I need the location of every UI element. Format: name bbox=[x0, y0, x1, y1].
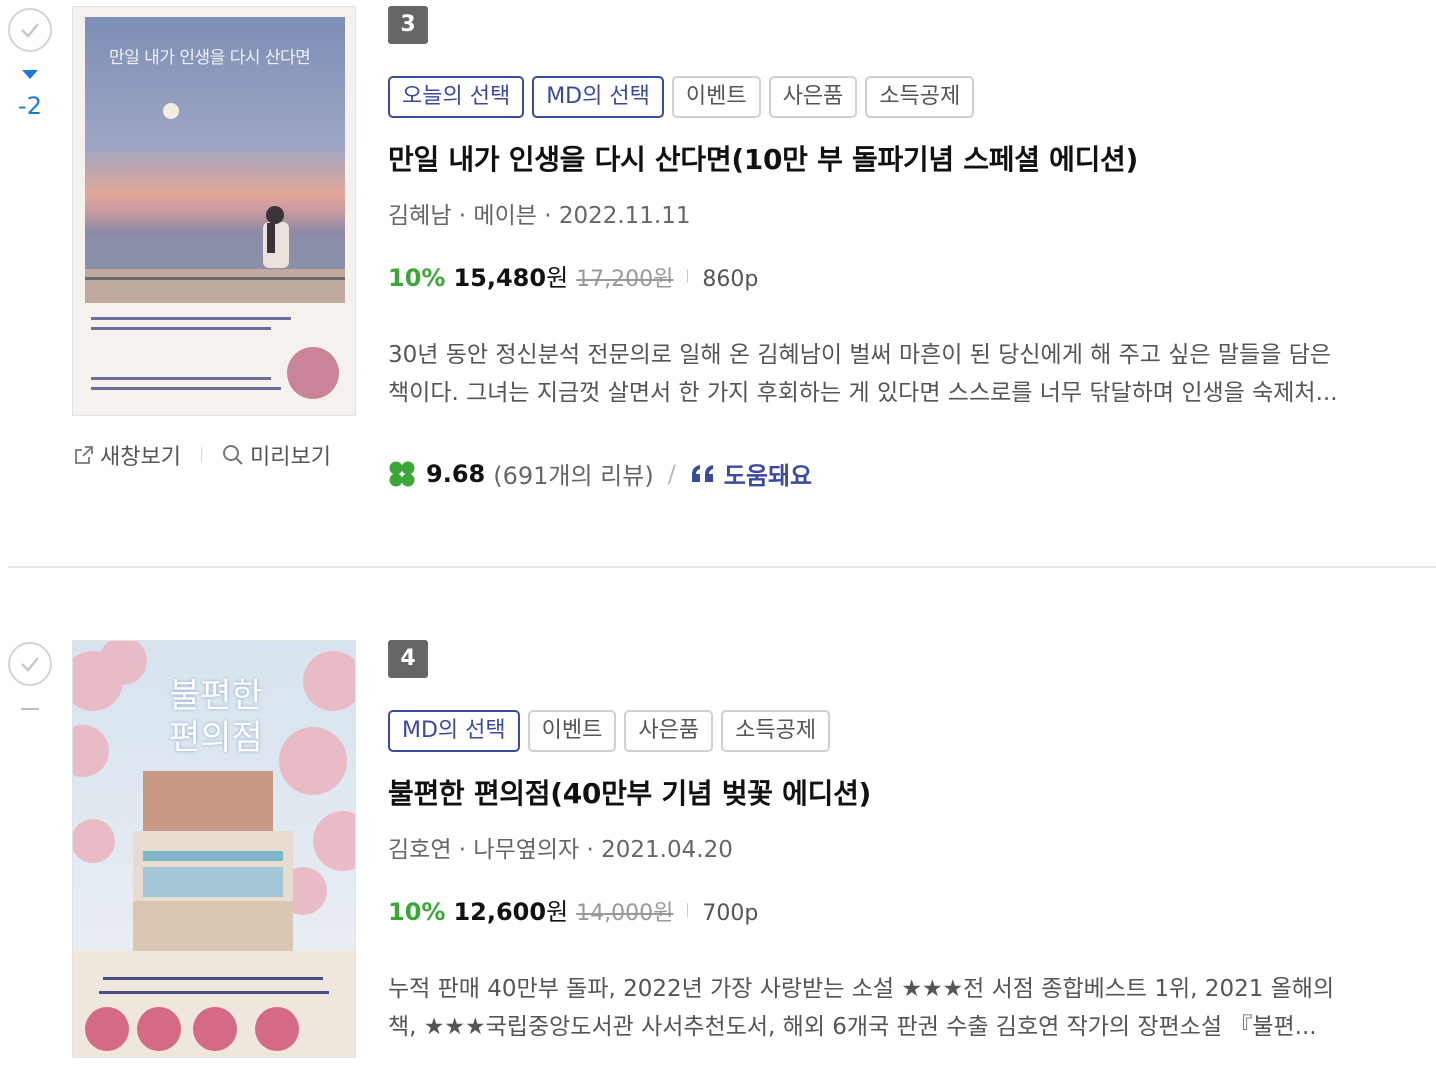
tag-md-pick[interactable]: MD의 선택 bbox=[532, 76, 664, 118]
quote-icon bbox=[691, 464, 713, 482]
rank-badge: 3 bbox=[388, 6, 428, 44]
rank-change: -2 bbox=[18, 92, 42, 120]
discount-rate: 10% bbox=[388, 264, 446, 292]
divider bbox=[687, 902, 689, 917]
divider bbox=[687, 268, 689, 283]
rank-badge: 4 bbox=[388, 640, 428, 678]
page-count: 700p bbox=[702, 901, 759, 926]
price-row: 10% 12,600 원 14,000원 700p bbox=[388, 892, 758, 927]
check-icon bbox=[21, 657, 39, 672]
book-title[interactable]: 만일 내가 인생을 다시 산다면(10만 부 돌파기념 스페셜 에디션) bbox=[388, 138, 1138, 178]
description-line: 30년 동안 정신분석 전문의로 일해 온 김혜남이 벌써 마흔이 된 당신에게… bbox=[388, 342, 1332, 368]
check-icon bbox=[21, 23, 39, 38]
book-description: 누적 판매 40만부 돌파, 2022년 가장 사랑받는 소설 ★★★전 서점 … bbox=[388, 970, 1418, 1046]
tag-tax-deduction[interactable]: 소득공제 bbox=[721, 710, 831, 752]
preview-link[interactable]: 미리보기 bbox=[222, 439, 331, 471]
tag-today-pick[interactable]: 오늘의 선택 bbox=[388, 76, 525, 118]
review-row: 9.68 (691개의 리뷰) / 도움돼요 bbox=[388, 456, 812, 491]
tag-gift[interactable]: 사은품 bbox=[624, 710, 714, 752]
search-icon bbox=[222, 445, 243, 465]
select-checkbox[interactable] bbox=[8, 8, 52, 52]
external-link-icon bbox=[75, 446, 93, 464]
select-checkbox[interactable] bbox=[8, 642, 52, 686]
tag-list: MD의 선택 이벤트 사은품 소득공제 bbox=[388, 710, 831, 752]
separator: / bbox=[667, 459, 676, 488]
cover-title: 만일 내가 인생을 다시 산다면 bbox=[109, 48, 311, 68]
book-item: 불편한 편의점 4 MD의 선택 이벤트 사은품 소득공제 불편한 편의점(40… bbox=[0, 634, 1436, 1074]
rating-score: 9.68 bbox=[426, 459, 486, 488]
description-line: 책이다. 그녀는 지금껏 살면서 한 가지 후회하는 게 있다면 스스로를 너무… bbox=[388, 380, 1338, 406]
tag-tax-deduction[interactable]: 소득공제 bbox=[865, 76, 975, 118]
new-window-label: 새창보기 bbox=[100, 445, 181, 470]
book-title[interactable]: 불편한 편의점(40만부 기념 벚꽃 에디션) bbox=[388, 772, 871, 812]
price-row: 10% 15,480 원 17,200원 860p bbox=[388, 258, 758, 293]
book-meta: 김혜남 · 메이븐 · 2022.11.11 bbox=[388, 203, 691, 229]
book-cover[interactable]: 만일 내가 인생을 다시 산다면 bbox=[72, 6, 356, 416]
item-divider bbox=[8, 566, 1436, 568]
description-line: 누적 판매 40만부 돌파, 2022년 가장 사랑받는 소설 ★★★전 서점 … bbox=[388, 976, 1335, 1002]
triangle-down-icon bbox=[22, 70, 38, 79]
discount-rate: 10% bbox=[388, 898, 446, 926]
book-description: 30년 동안 정신분석 전문의로 일해 온 김혜남이 벌써 마흔이 된 당신에게… bbox=[388, 336, 1418, 412]
tag-list: 오늘의 선택 MD의 선택 이벤트 사은품 소득공제 bbox=[388, 76, 975, 118]
original-price: 14,000원 bbox=[576, 901, 674, 926]
cover-links: 새창보기 미리보기 bbox=[74, 440, 331, 470]
book-cover[interactable]: 불편한 편의점 bbox=[72, 640, 356, 1058]
book-item: -2 만일 내가 인생을 다시 산다면 새창보기 미리보기 3 오늘의 선택 M… bbox=[0, 0, 1436, 566]
tag-event[interactable]: 이벤트 bbox=[671, 76, 761, 118]
sale-price: 12,600 bbox=[453, 898, 547, 926]
clover-icon bbox=[389, 461, 415, 486]
tag-event[interactable]: 이벤트 bbox=[527, 710, 617, 752]
preview-label: 미리보기 bbox=[249, 445, 331, 470]
tag-md-pick[interactable]: MD의 선택 bbox=[388, 710, 520, 752]
currency-unit: 원 bbox=[546, 898, 569, 926]
sale-price: 15,480 bbox=[453, 264, 547, 292]
currency-unit: 원 bbox=[546, 264, 569, 292]
tag-gift[interactable]: 사은품 bbox=[768, 76, 858, 118]
rank-unchanged-icon bbox=[21, 708, 39, 710]
book-meta: 김호연 · 나무옆의자 · 2021.04.20 bbox=[388, 837, 733, 863]
description-line: 책, ★★★국립중앙도서관 사서추천도서, 해외 6개국 판권 수출 김호연 작… bbox=[388, 1014, 1317, 1040]
helpful-link[interactable]: 도움돼요 bbox=[724, 456, 812, 491]
cover-title: 불편한 편의점 bbox=[169, 676, 263, 758]
review-count[interactable]: (691개의 리뷰) bbox=[493, 456, 653, 491]
divider bbox=[200, 447, 202, 463]
new-window-link[interactable]: 새창보기 bbox=[74, 439, 181, 471]
cover-image bbox=[73, 7, 355, 415]
page-count: 860p bbox=[702, 267, 759, 292]
original-price: 17,200원 bbox=[576, 267, 674, 292]
